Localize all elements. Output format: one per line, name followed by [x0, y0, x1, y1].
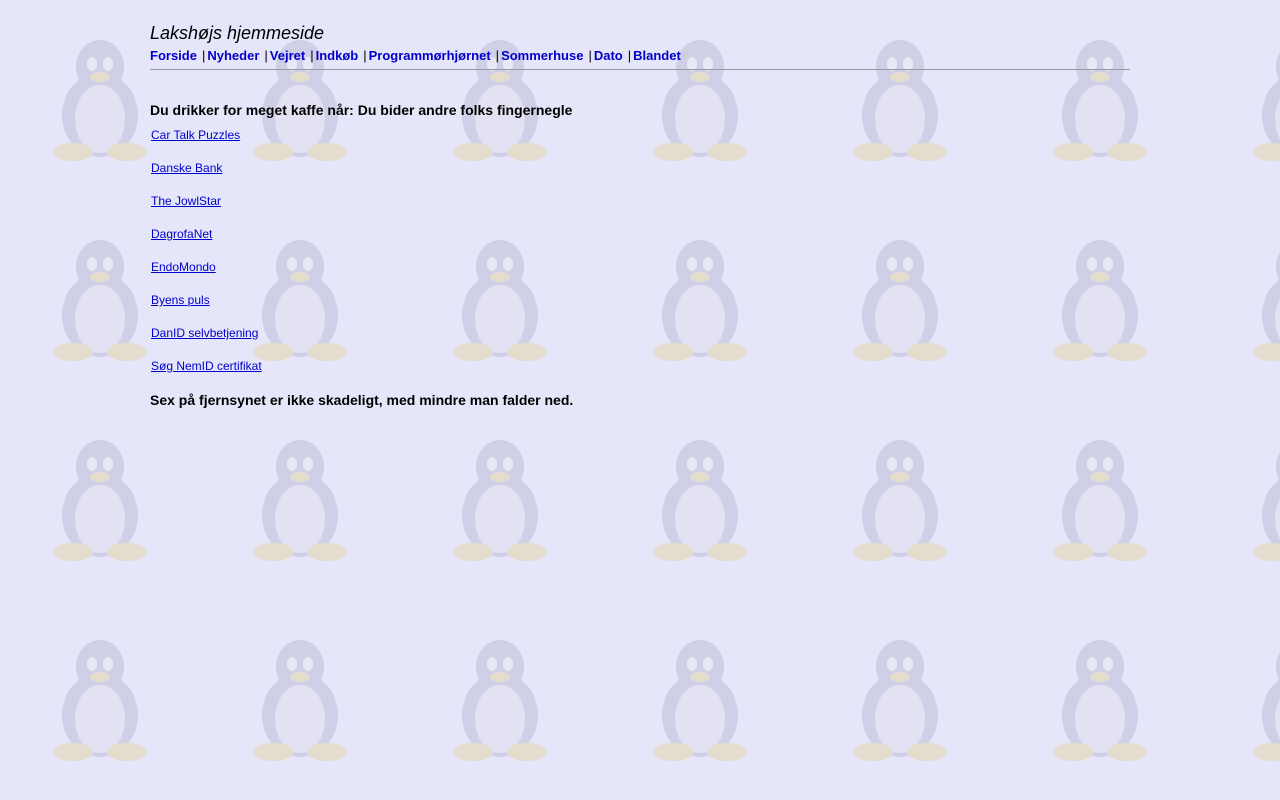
nav-forside[interactable]: Forside — [150, 48, 197, 63]
link-endomondo[interactable]: EndoMondo — [151, 260, 1130, 275]
nav-vejret[interactable]: Vejret — [270, 48, 305, 63]
site-title: Lakshøjs hjemmeside — [150, 23, 325, 43]
nav-separator: | — [627, 48, 632, 63]
top-navigation: Forside | Nyheder | Vejret | Indkøb | Programmør… — [150, 46, 1130, 66]
tux-penguin-icon — [53, 40, 147, 161]
nav-separator: | — [363, 48, 367, 63]
tux-penguin-icon — [853, 440, 947, 561]
tux-penguin-icon — [453, 640, 547, 761]
tux-penguin-icon — [653, 440, 747, 561]
nav-separator: | — [201, 48, 206, 63]
tux-penguin-icon — [453, 440, 547, 561]
quote-bottom: Sex på fjernsynet er ikke skadeligt, med… — [150, 392, 574, 408]
tux-penguin-icon — [253, 440, 347, 561]
tux-penguin-icon — [253, 640, 347, 761]
tux-penguin-icon — [1253, 452, 1280, 561]
link-list: Car Talk Puzzles Danske Bank The JowlSta… — [150, 128, 1130, 374]
nav-separator: | — [588, 48, 592, 63]
quote-top: Du drikker for meget kaffe når: Du bider… — [150, 102, 573, 118]
tux-penguin-icon — [853, 640, 947, 761]
nav-separator: | — [310, 48, 314, 63]
tux-penguin-icon — [53, 640, 147, 761]
tux-penguin-icon — [653, 640, 747, 761]
tux-penguin-icon — [1053, 640, 1147, 761]
tux-penguin-icon — [53, 240, 147, 361]
nav-sommerhuse[interactable]: Sommerhuse — [501, 48, 583, 63]
page-content: Lakshøjs hjemmeside Forside | Nyheder | Vejr… — [150, 22, 1130, 409]
link-the-jowlstar[interactable]: The JowlStar — [151, 194, 1130, 209]
nav-separator: | — [495, 48, 500, 63]
link-byens-puls[interactable]: Byens puls — [151, 293, 1130, 308]
link-danske-bank[interactable]: Danske Bank — [151, 161, 1130, 176]
nav-programmorhjornet[interactable]: Programmørhjørnet — [369, 48, 491, 63]
nav-dato[interactable]: Dato — [594, 48, 623, 63]
tux-penguin-icon — [53, 440, 147, 561]
header-divider — [150, 69, 1130, 70]
nav-nyheder[interactable]: Nyheder — [207, 48, 259, 63]
tux-penguin-icon — [1053, 440, 1147, 561]
tux-penguin-icon — [1253, 52, 1280, 161]
link-dagrofanet[interactable]: DagrofaNet — [151, 227, 1130, 242]
nav-blandet[interactable]: Blandet — [633, 48, 681, 63]
nav-indkob[interactable]: Indkøb — [316, 48, 359, 63]
link-sog-nemid-certifikat[interactable]: Søg NemID certifikat — [151, 359, 1130, 374]
link-car-talk-puzzles[interactable]: Car Talk Puzzles — [151, 128, 1130, 143]
link-danid-selvbetjening[interactable]: DanID selvbetjening — [151, 326, 1130, 341]
nav-separator: | — [264, 48, 268, 63]
tux-penguin-icon — [1253, 252, 1280, 361]
tux-penguin-icon — [1253, 652, 1280, 761]
